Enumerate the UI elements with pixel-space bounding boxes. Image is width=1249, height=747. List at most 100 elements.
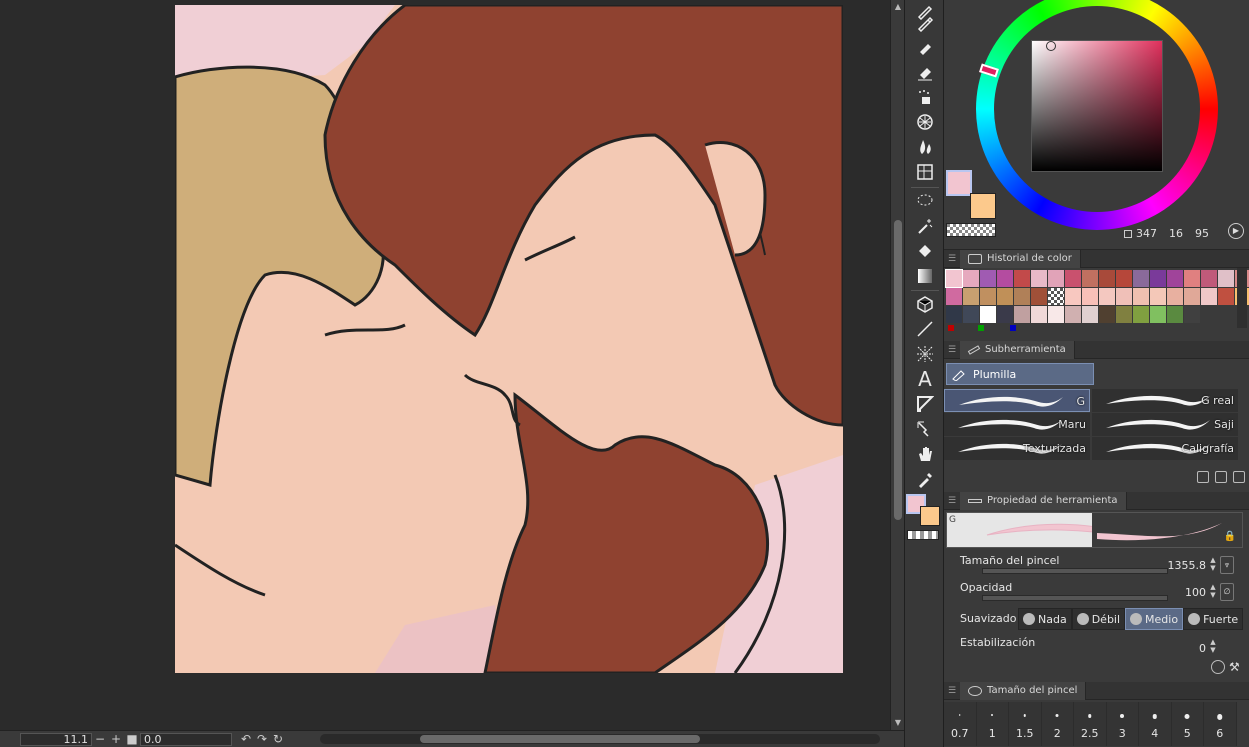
history-swatch[interactable] [980,288,996,305]
horizontal-scroll-thumb[interactable] [420,735,700,743]
blend-tool-icon[interactable] [913,136,937,158]
history-swatch[interactable] [1048,288,1064,305]
history-swatch[interactable] [1065,288,1081,305]
history-swatch[interactable] [1133,288,1149,305]
reset-settings-icon[interactable] [1211,660,1225,674]
subtool-group-plumilla[interactable]: Plumilla [946,363,1094,385]
fill-bucket-icon[interactable] [913,240,937,262]
subtool-brush-item[interactable]: G [944,389,1090,412]
history-swatch[interactable] [963,270,979,287]
rotation-value[interactable]: 0.0 [140,732,232,746]
brush-tool-icon[interactable] [913,36,937,58]
history-swatch[interactable] [1218,270,1234,287]
history-swatch[interactable] [1133,306,1149,323]
history-swatch[interactable] [1082,270,1098,287]
toolbar-sub-color[interactable] [920,506,940,526]
main-color-swatch[interactable] [946,170,972,196]
history-swatch[interactable] [1065,270,1081,287]
line-tool-icon[interactable] [913,318,937,340]
subtool-brush-item[interactable]: G real [1092,389,1238,412]
vertical-scroll-thumb[interactable] [894,220,902,520]
delete-subtool-icon[interactable] [1233,471,1245,483]
history-swatch[interactable] [1065,306,1081,323]
smoothing-option[interactable]: Nada [1018,608,1072,630]
text-tool-icon[interactable]: A [913,367,937,391]
brush-size-preset[interactable]: 4 [1139,702,1172,746]
correct-line-icon[interactable] [913,418,937,440]
history-swatch[interactable] [1201,270,1217,287]
ruler-tool-icon[interactable] [913,343,937,365]
balloon-tool-icon[interactable] [913,393,937,415]
subtool-brush-item[interactable]: Texturizada [944,437,1090,460]
hand-tool-icon[interactable] [913,443,937,465]
history-swatch[interactable] [945,269,963,288]
brush-size-slider[interactable] [982,568,1168,574]
scroll-up-icon[interactable]: ▲ [891,0,905,14]
reset-rotation-icon[interactable]: ↻ [270,732,286,746]
transparent-color-swatch[interactable] [946,223,996,237]
brush-size-preset[interactable]: 1.5 [1009,702,1042,746]
canvas-horizontal-scrollbar[interactable] [320,734,880,744]
history-swatch[interactable] [1031,306,1047,323]
subtool-brush-item[interactable]: Maru [944,413,1090,436]
history-swatch[interactable] [963,288,979,305]
airbrush-tool-icon[interactable] [913,86,937,108]
toolbar-transparent-color[interactable] [907,530,939,540]
panel-menu-icon[interactable]: ☰ [944,686,960,696]
smoothing-option[interactable]: Fuerte [1183,608,1244,630]
panel-menu-icon[interactable]: ☰ [944,496,960,506]
history-swatch[interactable] [1099,288,1115,305]
history-swatch[interactable] [997,306,1013,323]
history-swatch[interactable] [1116,306,1132,323]
history-swatch[interactable] [1150,288,1166,305]
opacity-spinner-icon[interactable]: ▲ ▼ [1208,583,1218,601]
smoothing-option[interactable]: Débil [1071,608,1126,630]
panel-menu-icon[interactable]: ☰ [944,345,960,355]
brush-size-spinner-icon[interactable]: ▲ ▼ [1208,556,1218,574]
history-swatch[interactable] [1218,288,1234,305]
history-swatch[interactable] [1167,288,1183,305]
opacity-pressure-icon[interactable]: ∅ [1220,583,1234,601]
history-swatch[interactable] [1116,270,1132,287]
zoom-in-icon[interactable]: + [108,732,124,746]
brush-size-preset[interactable]: 2 [1041,702,1074,746]
zoom-value[interactable]: 11.1 [20,732,92,746]
history-swatch[interactable] [1167,270,1183,287]
history-swatch[interactable] [1031,270,1047,287]
subtool-brush-item[interactable]: Caligrafía [1092,437,1238,460]
magic-wand-icon[interactable] [913,215,937,237]
history-swatch[interactable] [1014,288,1030,305]
object-tool-icon[interactable] [913,293,937,315]
history-swatch[interactable] [1184,270,1200,287]
canvas-area[interactable] [0,0,890,730]
sv-cursor-icon[interactable] [1046,41,1056,51]
lock-icon[interactable]: 🔒 [1224,531,1236,542]
duplicate-subtool-icon[interactable] [1215,471,1227,483]
saturation-value-square[interactable] [1031,40,1163,172]
history-swatch[interactable] [1082,288,1098,305]
gradient-tool-icon[interactable] [913,265,937,287]
brush-size-value[interactable]: 1355.8 [1168,559,1207,572]
history-swatch[interactable] [1133,270,1149,287]
wrench-icon[interactable]: ⚒ [1229,660,1243,674]
history-swatch[interactable] [1099,306,1115,323]
sub-color-swatch[interactable] [970,193,996,219]
eyedropper-icon[interactable] [913,468,937,490]
history-swatch[interactable] [1116,288,1132,305]
brush-size-preset[interactable]: 0.7 [944,702,977,746]
scroll-down-icon[interactable]: ▼ [891,716,905,730]
brush-size-preset[interactable]: 1 [976,702,1009,746]
zoom-out-icon[interactable]: − [92,732,108,746]
history-swatch[interactable] [1167,306,1183,323]
pencil-tool-icon[interactable] [913,12,937,34]
import-subtool-icon[interactable] [1197,471,1209,483]
fit-icon[interactable]: ■ [124,732,140,746]
tab-tool-property[interactable]: Propiedad de herramienta [960,491,1127,510]
decoration-tool-icon[interactable] [913,111,937,133]
history-swatch[interactable] [980,270,996,287]
artwork-canvas[interactable] [175,5,843,673]
history-swatch[interactable] [1048,306,1064,323]
history-swatch[interactable] [1150,270,1166,287]
canvas-vertical-scrollbar[interactable]: ▲ ▼ [890,0,904,730]
color-history-scrollbar[interactable] [1237,268,1247,328]
